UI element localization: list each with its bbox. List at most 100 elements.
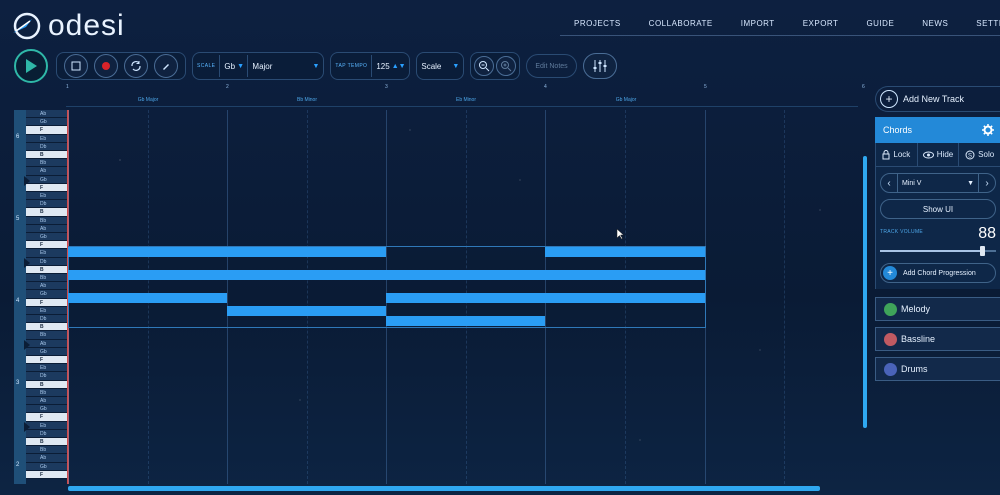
piano-key[interactable]: Ab [26,110,68,119]
add-new-track-button[interactable]: + Add New Track [875,86,1000,112]
piano-key[interactable]: Gb [26,118,68,127]
note[interactable] [545,247,705,257]
nav-news[interactable]: NEWS [908,16,962,32]
piano-key[interactable]: F [26,298,68,307]
key-select[interactable]: Gb ▼ [219,55,247,77]
piano-key[interactable]: Eb [26,364,68,373]
piano-key[interactable]: Db [26,372,68,381]
snap-select[interactable]: Scale ▼ [417,55,463,77]
piano-key[interactable]: B [26,208,68,217]
mixer-button[interactable] [582,53,617,79]
chevron-right-icon[interactable]: › [979,178,995,189]
zoom-out-button[interactable] [474,56,495,76]
tempo-stepper[interactable]: 125 ▲▼ [371,55,409,77]
note[interactable] [68,247,227,257]
edit-notes-button[interactable]: Edit Notes [526,54,577,78]
piano-key[interactable]: Bb [26,331,68,340]
piano-key[interactable]: F [26,356,68,365]
piano-key[interactable]: Bb [26,159,68,168]
piano-key[interactable]: F [26,183,68,192]
piano-key[interactable]: Db [26,257,68,266]
mode-select[interactable]: Major ▼ [247,55,323,77]
active-track-header[interactable]: Chords [875,117,1000,143]
gear-icon[interactable] [982,124,994,136]
note[interactable] [227,306,386,316]
nav-settings[interactable]: SETTINGS [962,16,1000,32]
track-bassline[interactable]: Bassline [875,327,1000,351]
piano-key[interactable]: Eb [26,421,68,430]
piano-key[interactable]: Eb [26,306,68,315]
note[interactable] [386,293,545,303]
loop-button[interactable] [124,54,148,78]
piano-key[interactable]: Gb [26,405,68,414]
note[interactable] [227,247,386,257]
piano-key[interactable]: Bb [26,274,68,283]
tap-tempo-button[interactable]: TAP TEMPO [335,63,367,69]
piano-key[interactable]: Ab [26,397,68,406]
piano-key[interactable]: Eb [26,249,68,258]
vertical-scrollbar[interactable] [863,156,867,428]
piano-key[interactable]: Db [26,200,68,209]
volume-thumb[interactable] [980,246,986,256]
note[interactable] [386,270,545,280]
track-melody[interactable]: Melody [875,297,1000,321]
piano-key[interactable]: F [26,241,68,250]
piano-key[interactable]: Db [26,142,68,151]
nav-guide[interactable]: GUIDE [852,16,908,32]
lock-button[interactable]: Lock [876,143,918,166]
piano-key[interactable]: F [26,413,68,422]
piano-key[interactable]: Ab [26,339,68,348]
nav-export[interactable]: EXPORT [789,16,853,32]
nav-collaborate[interactable]: COLLABORATE [635,16,727,32]
note[interactable] [68,270,227,280]
solo-button[interactable]: S Solo [959,143,1000,166]
piano-key[interactable]: F [26,126,68,135]
piano-key[interactable]: Bb [26,216,68,225]
pencil-button[interactable] [154,54,178,78]
chevron-left-icon[interactable]: ‹ [881,178,897,189]
note[interactable] [545,270,705,280]
piano-keyboard[interactable]: Ab Gb F Eb Db B Bb Ab Gb F Eb Db B Bb Ab Gb F Eb Db B Bb Ab Gb… [14,110,68,484]
play-button[interactable] [14,49,48,83]
piano-key[interactable]: B [26,265,68,274]
piano-key[interactable]: Gb [26,233,68,242]
piano-key[interactable]: B [26,438,68,447]
show-ui-button[interactable]: Show UI [880,199,996,219]
note[interactable] [227,270,386,280]
stepper-arrows-icon[interactable]: ▲▼ [392,63,406,70]
piano-key[interactable]: Bb [26,388,68,397]
note[interactable] [386,316,545,326]
piano-key[interactable]: F [26,470,68,479]
piano-key[interactable]: Gb [26,290,68,299]
record-button[interactable] [94,54,118,78]
instrument-select[interactable]: Mini V ▼ [897,174,979,192]
piano-key[interactable]: Bb [26,446,68,455]
piano-key[interactable]: Gb [26,175,68,184]
nav-projects[interactable]: PROJECTS [560,16,635,32]
note[interactable] [68,293,227,303]
track-drums[interactable]: Drums [875,357,1000,381]
stop-button[interactable] [64,54,88,78]
piano-key[interactable]: B [26,151,68,160]
nav-import[interactable]: IMPORT [727,16,789,32]
piano-key[interactable]: Gb [26,462,68,471]
piano-key[interactable]: Ab [26,224,68,233]
add-chord-progression-button[interactable]: + Add Chord Progression [880,263,996,283]
timeline-ruler[interactable]: 1 2 3 4 5 6 Gb Major Bb Minor Eb Minor G… [66,84,866,106]
piano-key[interactable]: Ab [26,454,68,463]
piano-key[interactable]: Gb [26,347,68,356]
piano-key[interactable]: Ab [26,167,68,176]
zoom-in-button[interactable] [496,56,517,76]
piano-key[interactable]: Eb [26,192,68,201]
piano-key[interactable]: B [26,380,68,389]
note[interactable] [545,293,705,303]
app-logo[interactable]: odesi [10,6,125,46]
volume-slider[interactable] [880,246,996,256]
horizontal-scrollbar[interactable] [68,486,820,491]
hide-button[interactable]: Hide [918,143,960,166]
piano-key[interactable]: Db [26,429,68,438]
piano-key[interactable]: B [26,323,68,332]
piano-key[interactable]: Db [26,315,68,324]
piano-roll-grid[interactable] [68,110,858,484]
piano-key[interactable]: Ab [26,282,68,291]
